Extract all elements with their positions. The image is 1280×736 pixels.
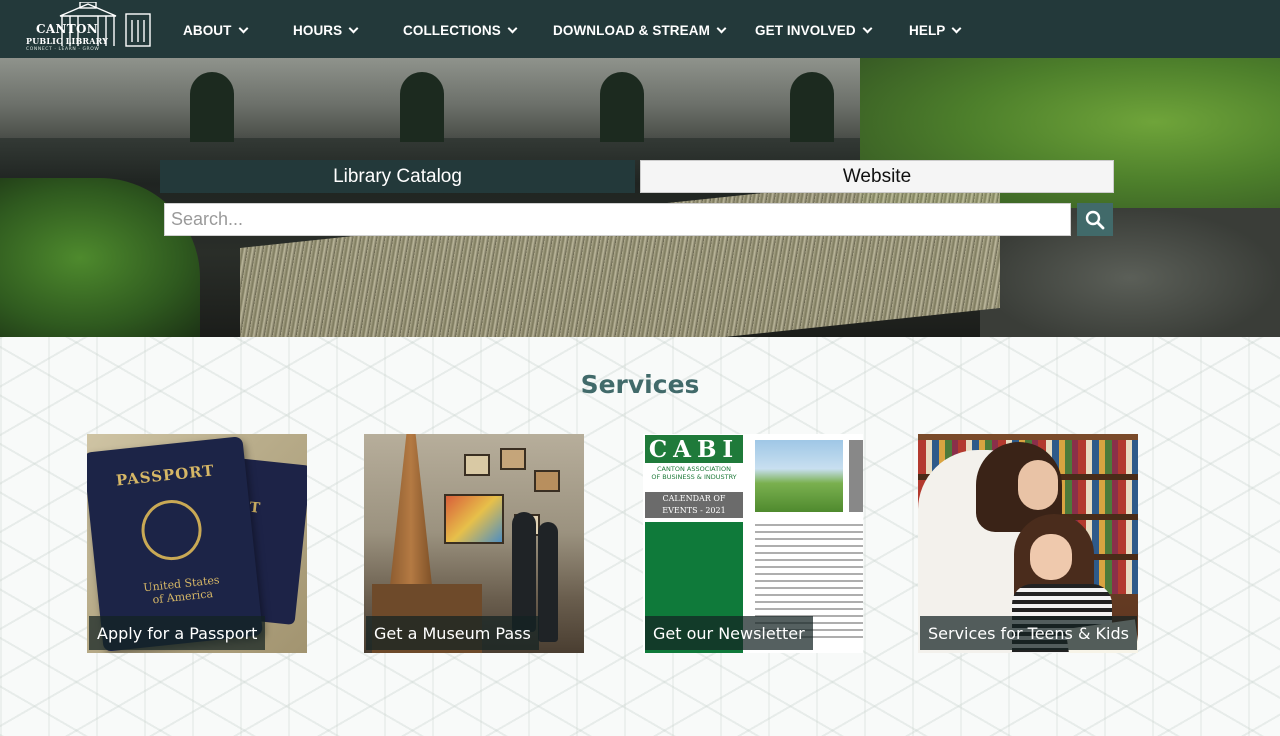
visitor-figure [538, 522, 558, 642]
search-input[interactable] [164, 203, 1071, 236]
cabi-logo: CABI CANTON ASSOCIATION OF BUSINESS & IN… [643, 434, 745, 488]
service-card-passport[interactable]: PORT PASSPORT United States of America A… [87, 434, 307, 653]
nav-item-label: HOURS [293, 22, 343, 38]
top-nav: CANTON PUBLIC LIBRARY CONNECT · LEARN · … [0, 0, 1280, 58]
nav-item-download-stream[interactable]: DOWNLOAD & STREAM [553, 19, 727, 41]
painting-image [464, 454, 490, 476]
bridge-arch [400, 72, 444, 142]
nav-item-help[interactable]: HELP [909, 19, 962, 41]
passport-front-title: PASSPORT [115, 461, 216, 490]
cabi-calendar-line1: CALENDAR OF [662, 494, 726, 503]
nav-item-label: ABOUT [183, 22, 232, 38]
cabi-org-name: CANTON ASSOCIATION OF BUSINESS & INDUSTR… [645, 465, 743, 481]
library-logo[interactable]: CANTON PUBLIC LIBRARY CONNECT · LEARN · … [22, 2, 154, 54]
service-card-teens-kids[interactable]: Services for Teens & Kids [918, 434, 1138, 653]
bush-image [0, 178, 200, 337]
tab-website[interactable]: Website [640, 160, 1114, 193]
services-heading: Services [580, 370, 700, 399]
chevron-down-icon [238, 23, 248, 33]
nav-item-label: HELP [909, 22, 946, 38]
service-card-label: Get our Newsletter [645, 616, 813, 650]
nav-item-collections[interactable]: COLLECTIONS [403, 19, 518, 41]
logo-line1: CANTON [36, 22, 98, 36]
cabi-org-line2: OF BUSINESS & INDUSTRY [651, 473, 737, 481]
golfers-photo [755, 440, 843, 512]
teacher-face [1018, 460, 1058, 510]
chevron-down-icon [507, 23, 518, 33]
painting-image [534, 470, 560, 492]
student-face [1030, 534, 1072, 580]
service-card-label: Get a Museum Pass [366, 616, 539, 650]
eagle-seal-icon [138, 497, 205, 564]
services-section: Services PORT PASSPORT United States of … [0, 337, 1280, 736]
bridge-arch [790, 72, 834, 142]
bridge-arch [190, 72, 234, 142]
logo-tagline: CONNECT · LEARN · GROW [26, 47, 100, 52]
nav-item-label: GET INVOLVED [755, 22, 856, 38]
visitor-figure [512, 512, 536, 632]
hero-banner [0, 58, 1280, 337]
service-card-museum-pass[interactable]: Get a Museum Pass [364, 434, 584, 653]
tab-library-catalog[interactable]: Library Catalog [160, 160, 635, 193]
chevron-down-icon [348, 23, 359, 33]
cabi-calendar-banner: CALENDAR OF EVENTS - 2021 [645, 492, 743, 518]
wooden-sculpture-image [388, 434, 434, 604]
nav-item-get-involved[interactable]: GET INVOLVED [755, 19, 873, 41]
service-card-newsletter[interactable]: CABI CANTON ASSOCIATION OF BUSINESS & IN… [643, 434, 863, 653]
painting-image [444, 494, 504, 544]
newsletter-photo [849, 440, 863, 512]
search-icon [1085, 210, 1105, 229]
service-card-label: Apply for a Passport [89, 616, 266, 650]
nav-item-about[interactable]: ABOUT [183, 19, 248, 41]
chevron-down-icon [862, 23, 873, 33]
search-button[interactable] [1077, 203, 1113, 236]
nav-item-label: DOWNLOAD & STREAM [553, 22, 710, 38]
painting-image [500, 448, 526, 470]
bridge-arch [600, 72, 644, 142]
cabi-calendar-line2: EVENTS - 2021 [662, 506, 726, 515]
waterfall-image [240, 168, 1000, 337]
nav-item-label: COLLECTIONS [403, 22, 501, 38]
chevron-down-icon [951, 23, 962, 33]
nav-item-hours[interactable]: HOURS [293, 19, 359, 41]
cabi-org-line1: CANTON ASSOCIATION [657, 465, 731, 473]
passport-country: United States of America [143, 573, 222, 607]
chevron-down-icon [716, 23, 727, 33]
cabi-logo-text: CABI [645, 435, 743, 463]
logo-line2: PUBLIC LIBRARY [26, 36, 109, 46]
service-card-label: Services for Teens & Kids [920, 616, 1137, 650]
